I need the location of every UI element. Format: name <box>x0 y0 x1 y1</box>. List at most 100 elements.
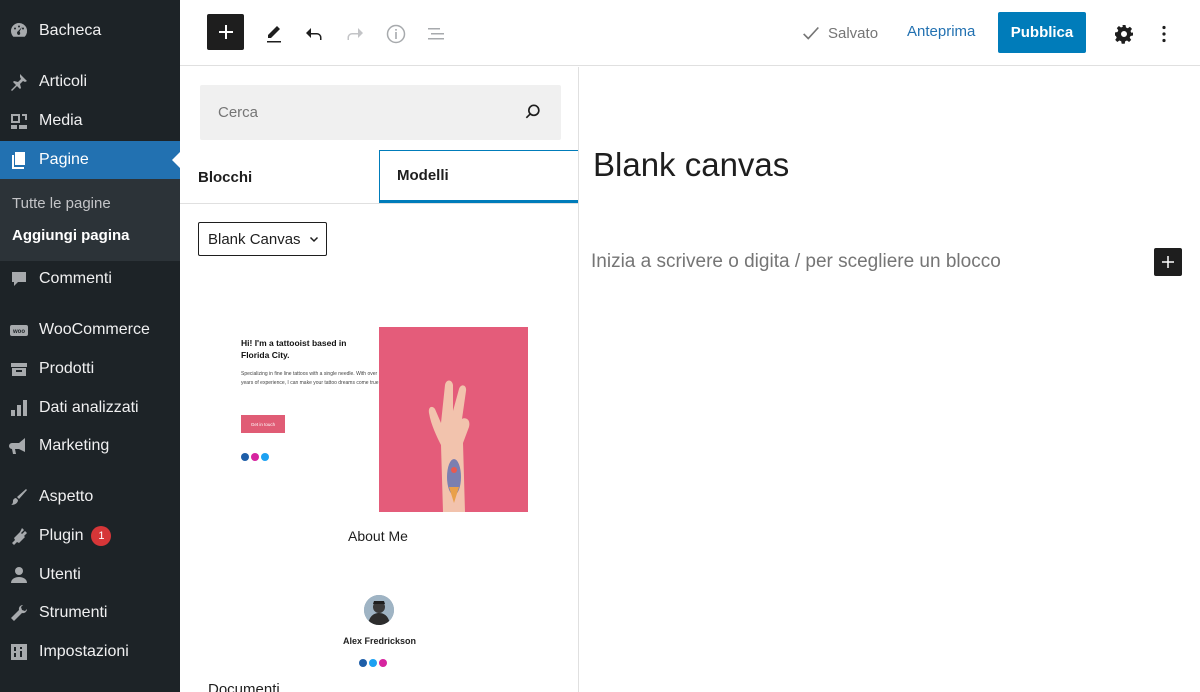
sidebar-item-marketing[interactable]: Marketing <box>0 427 180 465</box>
comments-icon <box>8 268 30 290</box>
sidebar-item-label: Pagine <box>39 151 89 168</box>
author-social-icons <box>359 659 387 667</box>
editor-toolbar: Salvato Anteprima Pubblica <box>180 0 1200 66</box>
sidebar-item-strumenti[interactable]: Strumenti <box>0 594 180 632</box>
archive-icon <box>8 358 30 380</box>
category-select-value: Blank Canvas <box>208 230 301 248</box>
block-placeholder[interactable]: Inizia a scrivere o digita / per sceglie… <box>591 251 1001 273</box>
author-avatar[interactable] <box>364 595 394 625</box>
media-icon <box>8 110 30 132</box>
gear-icon <box>1115 25 1133 44</box>
check-icon <box>803 26 819 40</box>
pattern-label-about-me: About Me <box>348 528 408 544</box>
sidebar-item-pagine[interactable]: Pagine <box>0 141 180 179</box>
instagram-icon <box>251 453 259 461</box>
saved-label: Salvato <box>828 24 879 42</box>
admin-sidebar: Bacheca Articoli Media Pagine Tutte le p… <box>0 0 180 692</box>
pattern-preview-about-me[interactable]: Hi! I'm a tattooist based in Florida Cit… <box>238 327 528 517</box>
tab-blocks[interactable]: Blocchi <box>198 150 252 204</box>
more-vertical-icon <box>1162 25 1166 43</box>
tab-divider <box>180 203 578 204</box>
plus-icon <box>1162 256 1174 268</box>
sidebar-item-bacheca[interactable]: Bacheca <box>0 12 180 50</box>
sidebar-item-label: Bacheca <box>39 22 102 39</box>
brush-icon <box>8 486 30 508</box>
pin-icon <box>8 71 30 93</box>
sidebar-item-utenti[interactable]: Utenti <box>0 556 180 594</box>
sidebar-item-label: Dati analizzati <box>39 399 139 416</box>
chevron-down-icon <box>309 236 318 243</box>
pattern-hand-tattoo-image <box>379 327 528 512</box>
users-icon <box>8 564 30 586</box>
sidebar-item-label: Strumenti <box>39 604 108 621</box>
sidebar-item-aspetto[interactable]: Aspetto <box>0 478 180 516</box>
pattern-cta-button: Get in touch <box>241 415 285 433</box>
linkedin-icon <box>359 659 367 667</box>
sidebar-item-label: Impostazioni <box>39 643 129 660</box>
page-title[interactable]: Blank canvas <box>593 146 789 184</box>
sidebar-item-dati-analizzati[interactable]: Dati analizzati <box>0 389 180 427</box>
sidebar-item-label: Media <box>39 112 83 129</box>
facebook-icon <box>241 453 249 461</box>
details-button[interactable] <box>382 20 410 48</box>
sidebar-item-media[interactable]: Media <box>0 102 180 140</box>
pages-submenu: Tutte le pagine Aggiungi pagina <box>0 179 180 261</box>
info-icon <box>386 24 406 44</box>
megaphone-icon <box>8 435 30 457</box>
settings-button[interactable] <box>1110 20 1138 48</box>
block-inserter-panel: Blocchi Modelli Blank Canvas Hi! I'm a t… <box>180 67 579 692</box>
sidebar-item-label: Aspetto <box>39 488 94 505</box>
pencil-icon <box>267 26 281 43</box>
pattern-category-select[interactable]: Blank Canvas <box>198 222 327 256</box>
twitter-icon <box>261 453 269 461</box>
sidebar-item-label: Prodotti <box>39 360 95 377</box>
twitter-icon <box>369 659 377 667</box>
sidebar-item-impostazioni[interactable]: Impostazioni <box>0 633 180 671</box>
search-box <box>200 85 561 140</box>
sidebar-item-commenti[interactable]: Commenti <box>0 260 180 298</box>
author-name: Alex Fredrickson <box>343 636 417 646</box>
woo-icon: woo <box>8 319 30 341</box>
chart-icon <box>8 397 30 419</box>
sidebar-item-label: Marketing <box>39 437 110 454</box>
submenu-add-page[interactable]: Aggiungi pagina <box>12 227 130 244</box>
inline-add-block-button[interactable] <box>1154 248 1182 276</box>
tab-patterns[interactable]: Modelli <box>379 150 578 204</box>
options-button[interactable] <box>1150 20 1178 48</box>
panel-footer-label: Documenti <box>208 681 280 692</box>
saved-status: Salvato <box>800 22 878 44</box>
sidebar-item-label: Plugin <box>39 527 84 544</box>
undo-icon <box>306 28 322 40</box>
plugin-icon <box>8 525 30 547</box>
search-icon[interactable] <box>523 102 543 122</box>
sidebar-item-woocommerce[interactable]: woo WooCommerce <box>0 311 180 349</box>
wrench-icon <box>8 602 30 624</box>
redo-icon <box>347 28 363 40</box>
preview-button[interactable]: Anteprima <box>907 23 975 40</box>
svg-text:woo: woo <box>12 329 25 335</box>
plus-icon <box>218 25 233 39</box>
sidebar-item-plugin[interactable]: Plugin 1 <box>0 517 180 555</box>
pattern-heading: Hi! I'm a tattooist based in Florida Cit… <box>241 338 347 360</box>
search-input[interactable] <box>200 85 520 140</box>
tools-button[interactable] <box>260 20 288 48</box>
submenu-all-pages[interactable]: Tutte le pagine <box>12 195 111 212</box>
publish-button[interactable]: Pubblica <box>998 12 1086 53</box>
pattern-body: Specializing in fine line tattoos with a… <box>241 371 385 386</box>
list-view-button[interactable] <box>422 20 450 48</box>
pattern-social-icons <box>241 453 269 461</box>
pages-icon <box>8 149 30 171</box>
plugin-update-badge: 1 <box>91 526 112 546</box>
add-block-button[interactable] <box>207 14 244 50</box>
undo-button[interactable] <box>300 20 328 48</box>
redo-button[interactable] <box>341 20 369 48</box>
settings-icon <box>8 641 30 663</box>
sidebar-item-label: Articoli <box>39 73 88 90</box>
sidebar-item-articoli[interactable]: Articoli <box>0 63 180 101</box>
sidebar-item-label: Utenti <box>39 566 81 583</box>
list-view-icon <box>428 28 444 40</box>
sidebar-item-label: WooCommerce <box>39 321 150 338</box>
sidebar-item-prodotti[interactable]: Prodotti <box>0 350 180 388</box>
instagram-icon <box>379 659 387 667</box>
sidebar-item-label: Commenti <box>39 270 112 287</box>
